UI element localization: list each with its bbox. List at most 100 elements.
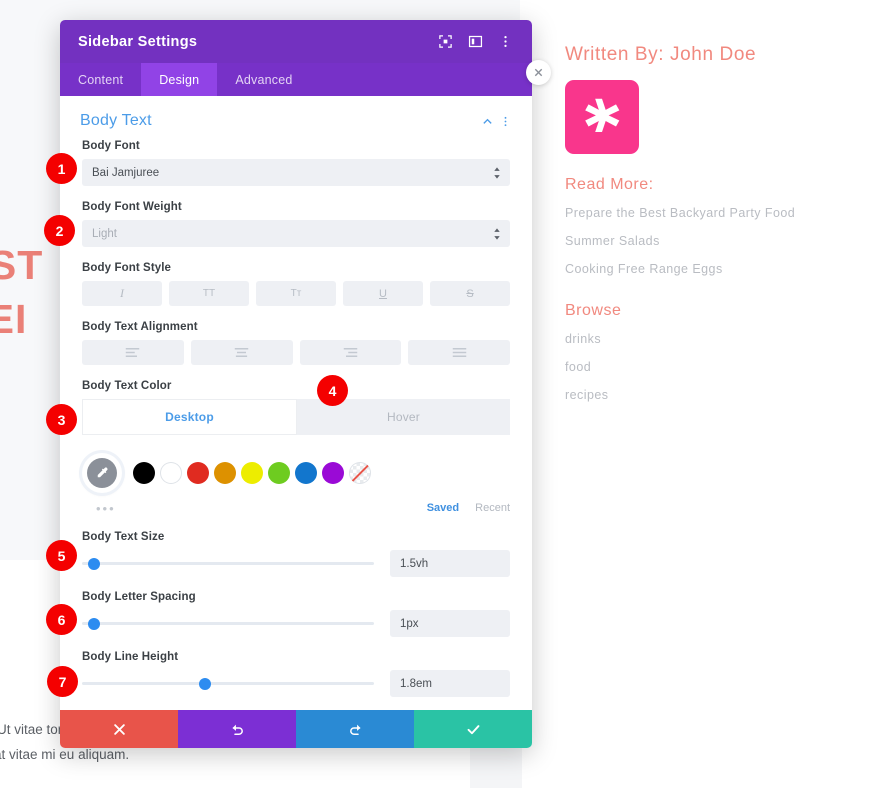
field-body-font-weight: Body Font Weight Light bbox=[60, 201, 532, 247]
section-title: Body Text bbox=[80, 112, 152, 129]
asterisk-icon bbox=[585, 98, 620, 133]
browse-link-recipes[interactable]: recipes bbox=[565, 388, 865, 402]
tab-design[interactable]: Design bbox=[141, 63, 218, 96]
align-center-button[interactable] bbox=[190, 340, 293, 365]
right-sidebar: Written By: John Doe Read More: Prepare … bbox=[565, 44, 865, 416]
slider-track bbox=[82, 682, 374, 685]
body-letter-spacing-input[interactable]: 1px bbox=[390, 610, 510, 637]
read-more-link-3[interactable]: Cooking Free Range Eggs bbox=[565, 262, 865, 276]
body-letter-spacing-slider[interactable] bbox=[82, 616, 374, 632]
written-by-title: Written By: John Doe bbox=[565, 44, 757, 65]
recent-tab[interactable]: Recent bbox=[475, 502, 510, 514]
field-body-font: Body Font Bai Jamjuree bbox=[60, 140, 532, 186]
swatch-meta-row: ••• Saved Recent bbox=[60, 499, 532, 517]
field-body-text-color: Body Text Color Desktop Hover bbox=[60, 380, 532, 435]
badge-2: 2 bbox=[44, 215, 75, 246]
read-more-link-2[interactable]: Summer Salads bbox=[565, 234, 865, 248]
italic-button[interactable]: I bbox=[82, 281, 162, 306]
tab-advanced[interactable]: Advanced bbox=[217, 63, 310, 96]
field-body-letter-spacing: Body Letter Spacing 1px bbox=[60, 591, 532, 637]
read-more-title: Read More: bbox=[565, 176, 654, 193]
read-more-link-1[interactable]: Prepare the Best Backyard Party Food bbox=[565, 206, 865, 220]
modal-close-button[interactable] bbox=[526, 60, 551, 85]
align-left-icon bbox=[126, 348, 140, 357]
badge-6: 6 bbox=[46, 604, 77, 635]
strikethrough-button[interactable]: S bbox=[430, 281, 510, 306]
body-font-weight-value: Light bbox=[92, 227, 117, 240]
body-letter-spacing-row: 1px bbox=[82, 610, 510, 637]
avatar bbox=[565, 80, 639, 154]
swatch-green[interactable] bbox=[268, 462, 290, 484]
body-font-weight-select[interactable]: Light bbox=[82, 220, 510, 247]
body-text-color-label: Body Text Color bbox=[82, 380, 172, 392]
color-swatch-row bbox=[60, 453, 532, 493]
body-font-select[interactable]: Bai Jamjuree bbox=[82, 159, 510, 186]
body-letter-spacing-label: Body Letter Spacing bbox=[82, 591, 196, 603]
background-footer-block bbox=[470, 748, 522, 788]
swatch-red[interactable] bbox=[187, 462, 209, 484]
more-colors-button[interactable]: ••• bbox=[96, 501, 116, 516]
desktop-tab[interactable]: Desktop bbox=[82, 399, 297, 435]
swatch-white[interactable] bbox=[160, 462, 182, 484]
badge-7: 7 bbox=[47, 666, 78, 697]
undo-icon bbox=[232, 724, 243, 735]
slider-knob[interactable] bbox=[87, 557, 100, 570]
badge-4: 4 bbox=[317, 375, 348, 406]
undo-button[interactable] bbox=[178, 710, 296, 748]
align-right-icon bbox=[343, 348, 358, 357]
tab-content[interactable]: Content bbox=[60, 63, 141, 96]
save-button[interactable] bbox=[414, 710, 532, 748]
align-justify-button[interactable] bbox=[408, 340, 510, 365]
swatch-yellow[interactable] bbox=[241, 462, 263, 484]
split-view-icon bbox=[468, 35, 482, 48]
slider-track bbox=[82, 562, 374, 565]
background-heading: OST HEI bbox=[0, 242, 44, 343]
body-font-value: Bai Jamjuree bbox=[92, 166, 160, 179]
sidebar-settings-modal: Sidebar Settings Content Design Advanced… bbox=[60, 20, 532, 748]
eyedropper-icon bbox=[97, 467, 107, 477]
badge-5: 5 bbox=[46, 540, 77, 571]
section-menu-button[interactable] bbox=[496, 116, 514, 127]
underline-icon: U bbox=[379, 287, 387, 300]
align-justify-icon bbox=[452, 348, 466, 357]
saved-tab[interactable]: Saved bbox=[427, 502, 459, 514]
align-right-button[interactable] bbox=[299, 340, 402, 365]
discard-button[interactable] bbox=[60, 710, 178, 748]
more-vertical-icon bbox=[503, 36, 507, 47]
align-center-icon bbox=[234, 348, 249, 357]
browse-link-food[interactable]: food bbox=[565, 360, 865, 374]
swatch-purple[interactable] bbox=[322, 462, 344, 484]
body-text-section-header: Body Text bbox=[60, 96, 532, 140]
underline-button[interactable]: U bbox=[343, 281, 423, 306]
italic-icon: I bbox=[120, 286, 124, 300]
align-left-button[interactable] bbox=[82, 340, 184, 365]
field-body-text-alignment: Body Text Alignment bbox=[60, 321, 532, 365]
redo-button[interactable] bbox=[296, 710, 414, 748]
swatch-orange[interactable] bbox=[214, 462, 236, 484]
modal-footer bbox=[60, 710, 532, 748]
split-view-button[interactable] bbox=[462, 29, 488, 55]
small-caps-button[interactable]: Tᴛ bbox=[256, 281, 336, 306]
small-caps-icon: Tᴛ bbox=[290, 288, 302, 299]
more-vertical-icon bbox=[504, 116, 506, 126]
body-font-weight-label: Body Font Weight bbox=[82, 201, 182, 213]
body-font-style-label: Body Font Style bbox=[82, 262, 172, 274]
swatch-blue[interactable] bbox=[295, 462, 317, 484]
modal-menu-button[interactable] bbox=[492, 29, 518, 55]
slider-knob[interactable] bbox=[87, 617, 100, 630]
browse-title: Browse bbox=[565, 302, 622, 319]
eyedropper-button[interactable] bbox=[82, 453, 122, 493]
swatch-transparent[interactable] bbox=[349, 462, 371, 484]
browse-link-drinks[interactable]: drinks bbox=[565, 332, 865, 346]
body-text-size-slider[interactable] bbox=[82, 556, 374, 572]
swatch-black[interactable] bbox=[133, 462, 155, 484]
body-text-size-input[interactable]: 1.5vh bbox=[390, 550, 510, 577]
body-line-height-slider[interactable] bbox=[82, 676, 374, 692]
slider-knob[interactable] bbox=[198, 677, 211, 690]
fullscreen-button[interactable] bbox=[432, 29, 458, 55]
uppercase-button[interactable]: TT bbox=[169, 281, 249, 306]
section-collapse-button[interactable] bbox=[478, 116, 496, 127]
body-line-height-input[interactable]: 1.8em bbox=[390, 670, 510, 697]
font-style-button-row: I TT Tᴛ U S bbox=[82, 281, 510, 306]
check-icon bbox=[467, 724, 479, 734]
